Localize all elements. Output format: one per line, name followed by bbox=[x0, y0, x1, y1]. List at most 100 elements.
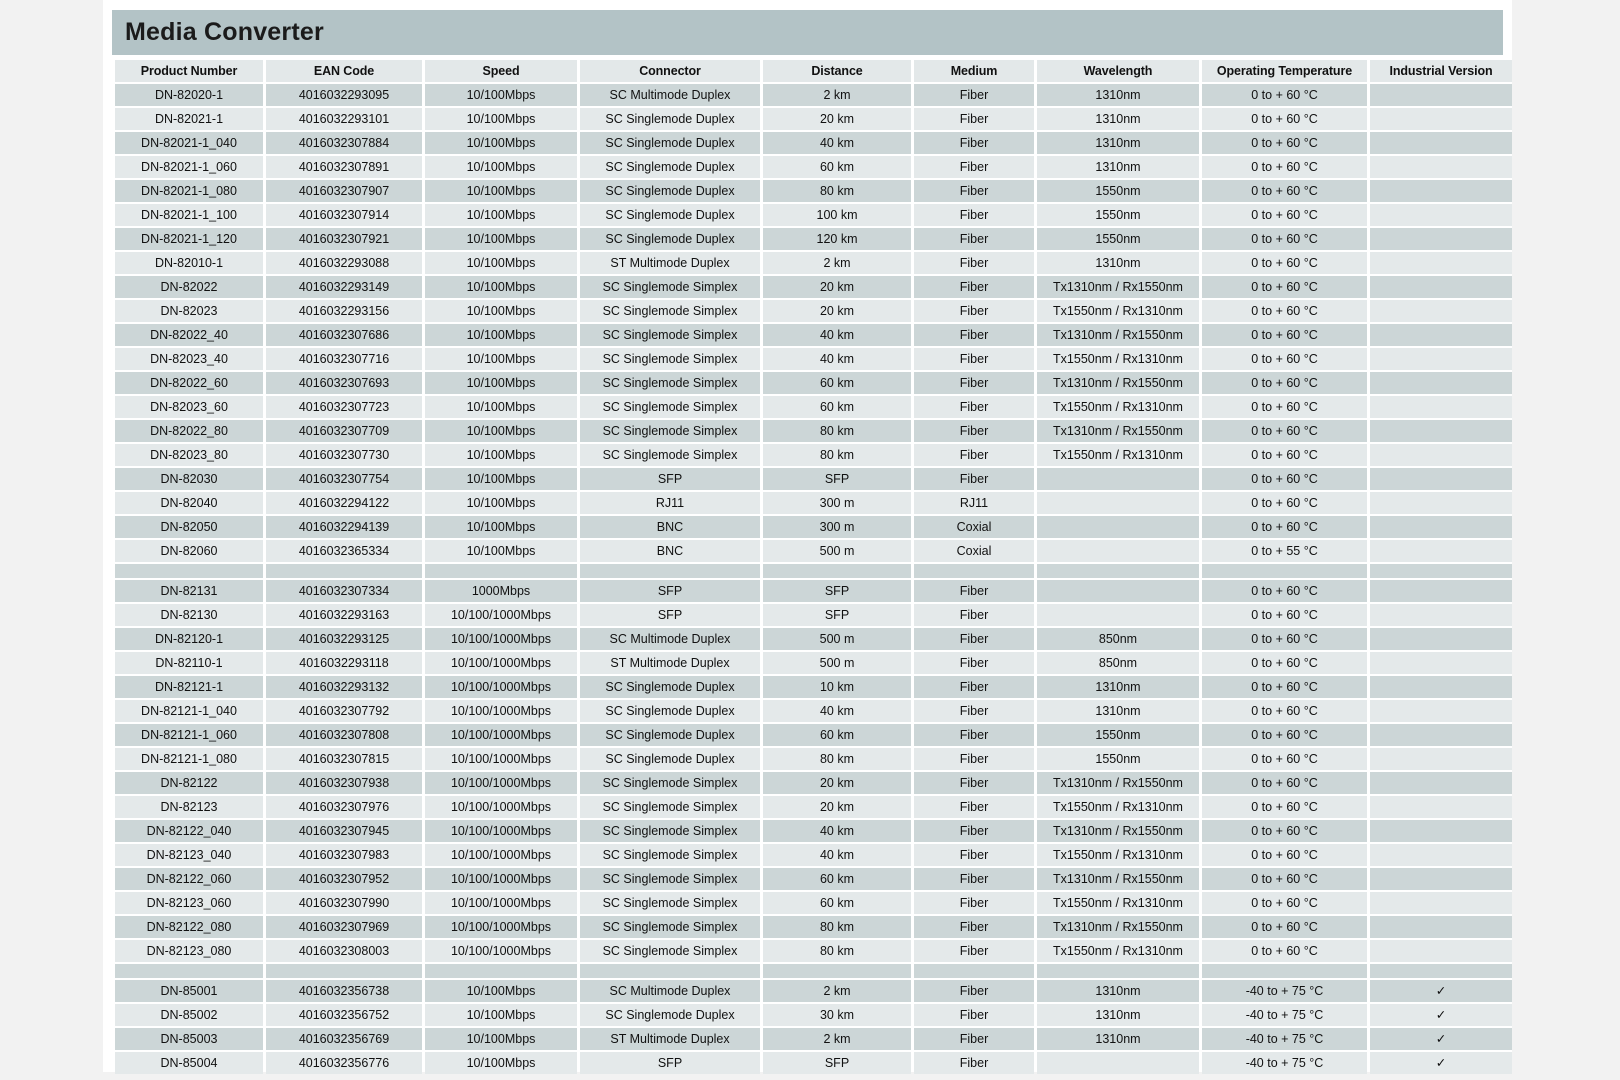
table-row[interactable]: DN-82020-1401603229309510/100MbpsSC Mult… bbox=[115, 84, 1512, 106]
table-row[interactable]: DN-82022_60401603230769310/100MbpsSC Sin… bbox=[115, 372, 1512, 394]
table-row[interactable]: DN-82022_40401603230768610/100MbpsSC Sin… bbox=[115, 324, 1512, 346]
cell-medium: Fiber bbox=[914, 252, 1034, 274]
cell-industrial-version bbox=[1370, 580, 1512, 602]
table-row[interactable]: DN-82023_40401603230771610/100MbpsSC Sin… bbox=[115, 348, 1512, 370]
table-row[interactable]: DN-82021-1_080401603230790710/100MbpsSC … bbox=[115, 180, 1512, 202]
cell-industrial-version bbox=[1370, 652, 1512, 674]
table-row[interactable]: DN-82123_040401603230798310/100/1000Mbps… bbox=[115, 844, 1512, 866]
table-row[interactable]: DN-82021-1_120401603230792110/100MbpsSC … bbox=[115, 228, 1512, 250]
cell-ean-code: 4016032293132 bbox=[266, 676, 422, 698]
table-row[interactable]: DN-85003401603235676910/100MbpsST Multim… bbox=[115, 1028, 1512, 1050]
page-title: Media Converter bbox=[125, 18, 324, 47]
cell-connector: SFP bbox=[580, 604, 760, 626]
cell-speed: 10/100Mbps bbox=[425, 468, 577, 490]
table-row[interactable]: DN-82060401603236533410/100MbpsBNC500 mC… bbox=[115, 540, 1512, 562]
cell-connector: ST Multimode Duplex bbox=[580, 1028, 760, 1050]
cell-wavelength bbox=[1037, 468, 1199, 490]
cell-operating-temperature: 0 to + 60 °C bbox=[1202, 348, 1367, 370]
table-row[interactable]: DN-82130401603229316310/100/1000MbpsSFPS… bbox=[115, 604, 1512, 626]
cell-distance: 40 km bbox=[763, 700, 911, 722]
cell-speed: 10/100Mbps bbox=[425, 132, 577, 154]
cell-industrial-version bbox=[1370, 276, 1512, 298]
cell-product-number: DN-82023_80 bbox=[115, 444, 263, 466]
table-row[interactable]: DN-85001401603235673810/100MbpsSC Multim… bbox=[115, 980, 1512, 1002]
cell-medium: Fiber bbox=[914, 468, 1034, 490]
cell-industrial-version bbox=[1370, 820, 1512, 842]
table-row[interactable]: DN-82010-1401603229308810/100MbpsST Mult… bbox=[115, 252, 1512, 274]
table-row[interactable]: DN-8213140160323073341000MbpsSFPSFPFiber… bbox=[115, 580, 1512, 602]
table-row[interactable]: DN-82123401603230797610/100/1000MbpsSC S… bbox=[115, 796, 1512, 818]
cell-connector: SC Singlemode Simplex bbox=[580, 940, 760, 962]
cell-operating-temperature: 0 to + 60 °C bbox=[1202, 132, 1367, 154]
cell-medium: Fiber bbox=[914, 84, 1034, 106]
cell-medium: Fiber bbox=[914, 940, 1034, 962]
table-row[interactable]: DN-82121-1401603229313210/100/1000MbpsSC… bbox=[115, 676, 1512, 698]
cell-speed: 10/100/1000Mbps bbox=[425, 772, 577, 794]
table-row[interactable]: DN-82122_040401603230794510/100/1000Mbps… bbox=[115, 820, 1512, 842]
cell-speed: 10/100Mbps bbox=[425, 540, 577, 562]
cell-industrial-version bbox=[1370, 796, 1512, 818]
cell-industrial-version bbox=[1370, 204, 1512, 226]
cell-speed: 10/100Mbps bbox=[425, 516, 577, 538]
cell-wavelength: Tx1550nm / Rx1310nm bbox=[1037, 300, 1199, 322]
table-row[interactable]: DN-82121-1_080401603230781510/100/1000Mb… bbox=[115, 748, 1512, 770]
cell-speed: 10/100Mbps bbox=[425, 348, 577, 370]
table-row[interactable]: DN-82120-1401603229312510/100/1000MbpsSC… bbox=[115, 628, 1512, 650]
cell-speed: 10/100Mbps bbox=[425, 324, 577, 346]
table-row[interactable]: DN-82021-1_040401603230788410/100MbpsSC … bbox=[115, 132, 1512, 154]
cell-operating-temperature: 0 to + 60 °C bbox=[1202, 276, 1367, 298]
table-row[interactable]: DN-82040401603229412210/100MbpsRJ11300 m… bbox=[115, 492, 1512, 514]
cell-wavelength bbox=[1037, 516, 1199, 538]
cell-distance: 80 km bbox=[763, 444, 911, 466]
cell-connector: SC Singlemode Duplex bbox=[580, 156, 760, 178]
table-header-row: Product NumberEAN CodeSpeedConnectorDist… bbox=[115, 60, 1512, 82]
cell-speed: 10/100/1000Mbps bbox=[425, 604, 577, 626]
cell-connector: RJ11 bbox=[580, 492, 760, 514]
cell-ean-code: 4016032307938 bbox=[266, 772, 422, 794]
table-row[interactable]: DN-82122401603230793810/100/1000MbpsSC S… bbox=[115, 772, 1512, 794]
table-row[interactable]: DN-82022_80401603230770910/100MbpsSC Sin… bbox=[115, 420, 1512, 442]
cell-speed: 10/100Mbps bbox=[425, 84, 577, 106]
cell-operating-temperature: 0 to + 60 °C bbox=[1202, 492, 1367, 514]
table-row[interactable]: DN-82023_80401603230773010/100MbpsSC Sin… bbox=[115, 444, 1512, 466]
table-row[interactable]: DN-85004401603235677610/100MbpsSFPSFPFib… bbox=[115, 1052, 1512, 1074]
table-row[interactable]: DN-82021-1_100401603230791410/100MbpsSC … bbox=[115, 204, 1512, 226]
cell-product-number: DN-82121-1_060 bbox=[115, 724, 263, 746]
cell-connector: ST Multimode Duplex bbox=[580, 252, 760, 274]
table-row[interactable]: DN-82050401603229413910/100MbpsBNC300 mC… bbox=[115, 516, 1512, 538]
cell-ean-code: 4016032293125 bbox=[266, 628, 422, 650]
table-row[interactable]: DN-82023_60401603230772310/100MbpsSC Sin… bbox=[115, 396, 1512, 418]
cell-speed: 10/100/1000Mbps bbox=[425, 748, 577, 770]
cell-wavelength: 1550nm bbox=[1037, 180, 1199, 202]
cell-operating-temperature: 0 to + 60 °C bbox=[1202, 396, 1367, 418]
cell-distance: 60 km bbox=[763, 868, 911, 890]
table-header: Product NumberEAN CodeSpeedConnectorDist… bbox=[115, 60, 1512, 82]
table-row[interactable]: DN-82021-1401603229310110/100MbpsSC Sing… bbox=[115, 108, 1512, 130]
table-row[interactable]: DN-82123_060401603230799010/100/1000Mbps… bbox=[115, 892, 1512, 914]
cell-wavelength: Tx1550nm / Rx1310nm bbox=[1037, 348, 1199, 370]
cell-speed: 10/100Mbps bbox=[425, 420, 577, 442]
table-row[interactable]: DN-82121-1_060401603230780810/100/1000Mb… bbox=[115, 724, 1512, 746]
cell-connector: SC Singlemode Simplex bbox=[580, 916, 760, 938]
cell-wavelength: Tx1310nm / Rx1550nm bbox=[1037, 420, 1199, 442]
table-row[interactable]: DN-82022401603229314910/100MbpsSC Single… bbox=[115, 276, 1512, 298]
cell-speed: 10/100/1000Mbps bbox=[425, 940, 577, 962]
cell-distance: 60 km bbox=[763, 156, 911, 178]
cell-speed: 10/100Mbps bbox=[425, 444, 577, 466]
table-row[interactable]: DN-82122_080401603230796910/100/1000Mbps… bbox=[115, 916, 1512, 938]
cell-product-number: DN-82022 bbox=[115, 276, 263, 298]
table-row[interactable]: DN-82021-1_060401603230789110/100MbpsSC … bbox=[115, 156, 1512, 178]
table-row[interactable]: DN-82123_080401603230800310/100/1000Mbps… bbox=[115, 940, 1512, 962]
table-row[interactable]: DN-82122_060401603230795210/100/1000Mbps… bbox=[115, 868, 1512, 890]
table-row[interactable]: DN-85002401603235675210/100MbpsSC Single… bbox=[115, 1004, 1512, 1026]
cell-ean-code: 4016032307891 bbox=[266, 156, 422, 178]
cell-wavelength: 1310nm bbox=[1037, 108, 1199, 130]
cell-ean-code: 4016032307990 bbox=[266, 892, 422, 914]
table-row[interactable]: DN-82030401603230775410/100MbpsSFPSFPFib… bbox=[115, 468, 1512, 490]
table-row[interactable]: DN-82023401603229315610/100MbpsSC Single… bbox=[115, 300, 1512, 322]
cell-industrial-version bbox=[1370, 604, 1512, 626]
cell-product-number: DN-82020-1 bbox=[115, 84, 263, 106]
table-row[interactable]: DN-82110-1401603229311810/100/1000MbpsST… bbox=[115, 652, 1512, 674]
table-row[interactable]: DN-82121-1_040401603230779210/100/1000Mb… bbox=[115, 700, 1512, 722]
cell-wavelength: Tx1550nm / Rx1310nm bbox=[1037, 844, 1199, 866]
